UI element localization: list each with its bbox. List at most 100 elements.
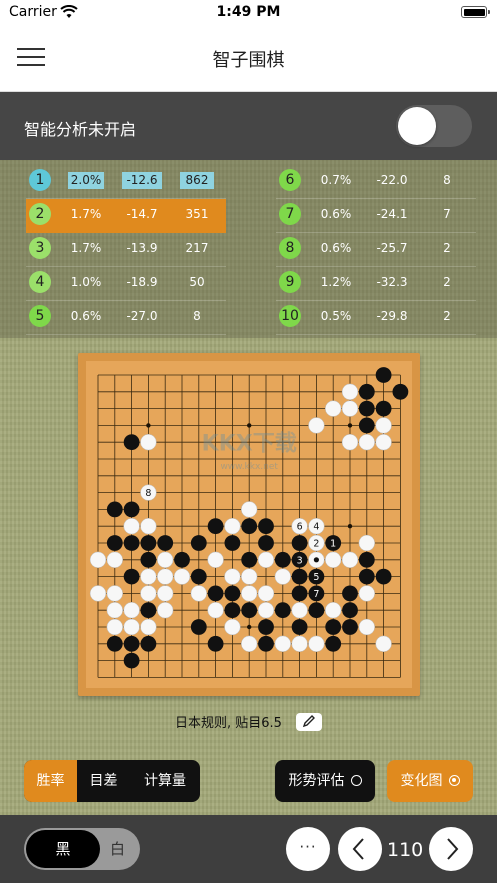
- black-stone: [358, 400, 375, 417]
- black-stone: [291, 585, 308, 602]
- white-stone: [257, 602, 275, 619]
- black-stone: [241, 602, 258, 619]
- candidate-score: -18.9: [126, 275, 158, 289]
- white-stone: [106, 602, 123, 619]
- candidate-rank: 7: [279, 203, 301, 225]
- black-stone: [241, 518, 258, 535]
- black-stone: [207, 585, 224, 602]
- candidate-score: -27.0: [126, 309, 158, 323]
- white-stone: [358, 618, 375, 636]
- player-toggle[interactable]: 黑 白: [24, 828, 140, 870]
- candidate-row[interactable]: 10 0.5% -29.8 2: [276, 301, 476, 335]
- star-point: [347, 524, 353, 529]
- white-stone: [173, 568, 191, 585]
- candidate-winrate: 1.2%: [320, 275, 352, 289]
- next-move-button[interactable]: [429, 827, 473, 871]
- candidate-row[interactable]: 8 0.6% -25.7 2: [276, 233, 476, 267]
- white-stone: [157, 568, 174, 585]
- candidate-rank: 4: [29, 271, 51, 293]
- white-stone: [140, 618, 157, 636]
- black-player-option[interactable]: 黑: [26, 830, 100, 868]
- white-stone: [358, 534, 375, 552]
- white-stone: [140, 434, 157, 451]
- white-stone: [308, 417, 325, 434]
- variation-button[interactable]: 变化图: [387, 760, 473, 802]
- candidate-row[interactable]: 5 0.6% -27.0 8: [26, 301, 226, 335]
- black-stone: [325, 619, 342, 635]
- white-stone: [140, 518, 157, 535]
- black-stone: [207, 518, 224, 535]
- black-stone: [190, 535, 207, 551]
- white-stone: [207, 602, 224, 619]
- star-point: [247, 423, 252, 428]
- candidate-row[interactable]: 6 0.7% -22.0 8: [276, 165, 476, 199]
- black-stone: [258, 635, 274, 652]
- candidate-moves-panel: 1 2.0% -12.6 862 2 1.7% -14.7 351 3 1.7% -13.9 217 4…: [0, 160, 497, 338]
- board-grid[interactable]: KKX下载 www.kkx.net 8 6 4 2 1 35 7: [86, 361, 412, 688]
- rules-line: 日本规则, 贴目6.5: [0, 712, 497, 731]
- black-stone: [140, 635, 157, 652]
- variation-number: 8: [145, 488, 151, 499]
- white-stone: [224, 518, 241, 535]
- white-stone: [241, 585, 258, 602]
- pencil-icon[interactable]: [296, 712, 323, 731]
- variation-label: 变化图: [400, 773, 443, 789]
- board-surface[interactable]: KKX下载 www.kkx.net 8 6 4 2 1 3 5 7: [86, 361, 412, 688]
- black-stone: [123, 568, 140, 585]
- variation-number: 2: [313, 539, 319, 550]
- white-stone: [224, 618, 241, 636]
- white-stone: [274, 568, 291, 585]
- white-stone: [140, 585, 157, 602]
- more-button[interactable]: ···: [286, 827, 330, 871]
- variation-number: 4: [313, 522, 319, 533]
- black-stone: [375, 568, 392, 585]
- tab-visits[interactable]: 计算量: [130, 760, 200, 802]
- candidate-row[interactable]: 3 1.7% -13.9 217: [26, 233, 226, 267]
- evaluate-button[interactable]: 形势评估: [275, 760, 375, 802]
- candidate-winrate: 2.0%: [68, 172, 104, 189]
- black-stone: [224, 585, 241, 602]
- candidate-visits: 50: [189, 275, 205, 289]
- black-stone: [140, 602, 157, 619]
- white-stone: [241, 568, 258, 585]
- chevron-left-icon: [352, 838, 364, 860]
- star-point: [146, 423, 151, 428]
- candidate-visits: 2: [443, 275, 451, 289]
- white-stone: [123, 518, 140, 535]
- candidate-score: -29.8: [376, 309, 408, 323]
- candidate-rank: 8: [279, 237, 301, 259]
- white-stone: [241, 501, 258, 518]
- black-stone: [342, 585, 358, 602]
- status-bar: Carrier 1:49 PM: [0, 0, 497, 26]
- previous-move-button[interactable]: [338, 827, 382, 871]
- bottom-bar: 黑 白 ··· 110: [0, 815, 497, 883]
- candidate-row[interactable]: 7 0.6% -24.1 7: [276, 199, 476, 233]
- candidate-row[interactable]: 2 1.7% -14.7 351: [26, 199, 226, 233]
- candidate-visits: 8: [193, 309, 201, 323]
- black-stone: [258, 619, 274, 635]
- candidate-row[interactable]: 1 2.0% -12.6 862: [26, 165, 226, 199]
- candidate-row[interactable]: 4 1.0% -18.9 50: [26, 267, 226, 301]
- tab-score[interactable]: 目差: [77, 760, 130, 802]
- candidate-winrate: 1.7%: [70, 241, 102, 255]
- white-player-option[interactable]: 白: [110, 828, 125, 870]
- candidate-rank: 6: [279, 169, 301, 191]
- candidate-score: -22.0: [376, 173, 408, 187]
- analysis-bar: 智能分析未开启: [0, 92, 497, 160]
- candidate-rank: 9: [279, 271, 301, 293]
- analysis-toggle[interactable]: [396, 105, 472, 147]
- candidate-score: -25.7: [376, 241, 408, 255]
- candidate-row[interactable]: 9 1.2% -32.3 2: [276, 267, 476, 301]
- black-stone: [157, 535, 174, 551]
- candidate-winrate: 1.0%: [70, 275, 102, 289]
- nav-bar: 智子围棋: [0, 26, 497, 92]
- white-stone: [241, 635, 258, 652]
- white-stone: [224, 568, 241, 585]
- tab-winrate[interactable]: 胜率: [24, 760, 77, 802]
- black-stone: [106, 501, 123, 518]
- black-stone: [274, 602, 291, 619]
- metric-segmented-control: 胜率 目差 计算量: [24, 760, 200, 802]
- candidate-score: -24.1: [376, 207, 408, 221]
- go-board[interactable]: KKX下载 www.kkx.net 8 6 4 2 1 3 5 7: [78, 353, 420, 696]
- black-stone: [342, 619, 358, 635]
